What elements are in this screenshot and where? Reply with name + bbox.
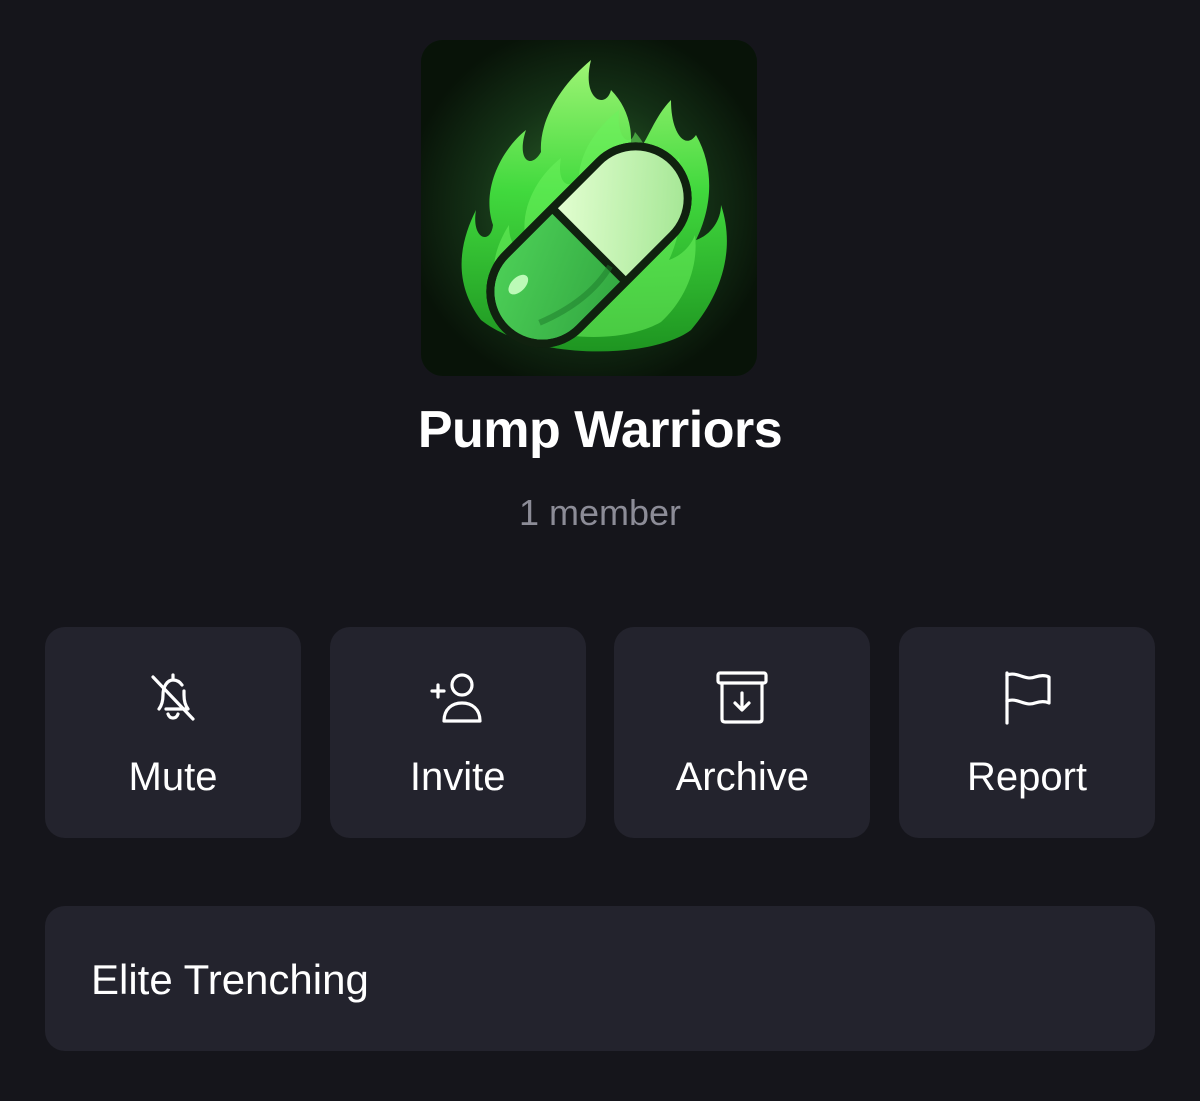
group-description: Elite Trenching [91,956,369,1003]
invite-button[interactable]: Invite [329,627,586,838]
mute-label: Mute [128,755,218,799]
green-pill-flame-image [421,40,757,376]
mute-button[interactable]: Mute [45,627,301,838]
flag-icon [995,665,1059,729]
archive-button[interactable]: Archive [614,627,871,838]
add-user-icon [426,665,490,729]
archive-label: Archive [675,755,809,799]
member-count[interactable]: 1 member [0,492,1200,534]
group-avatar[interactable] [421,40,757,376]
description-card[interactable]: Elite Trenching [45,906,1155,1051]
group-title: Pump Warriors [417,401,783,459]
report-label: Report [966,755,1087,799]
report-button[interactable]: Report [898,627,1155,838]
archive-box-icon [710,665,774,729]
invite-label: Invite [409,755,506,799]
action-buttons-row: Mute Invite Archive Report [45,627,1155,838]
bell-off-icon [141,665,205,729]
